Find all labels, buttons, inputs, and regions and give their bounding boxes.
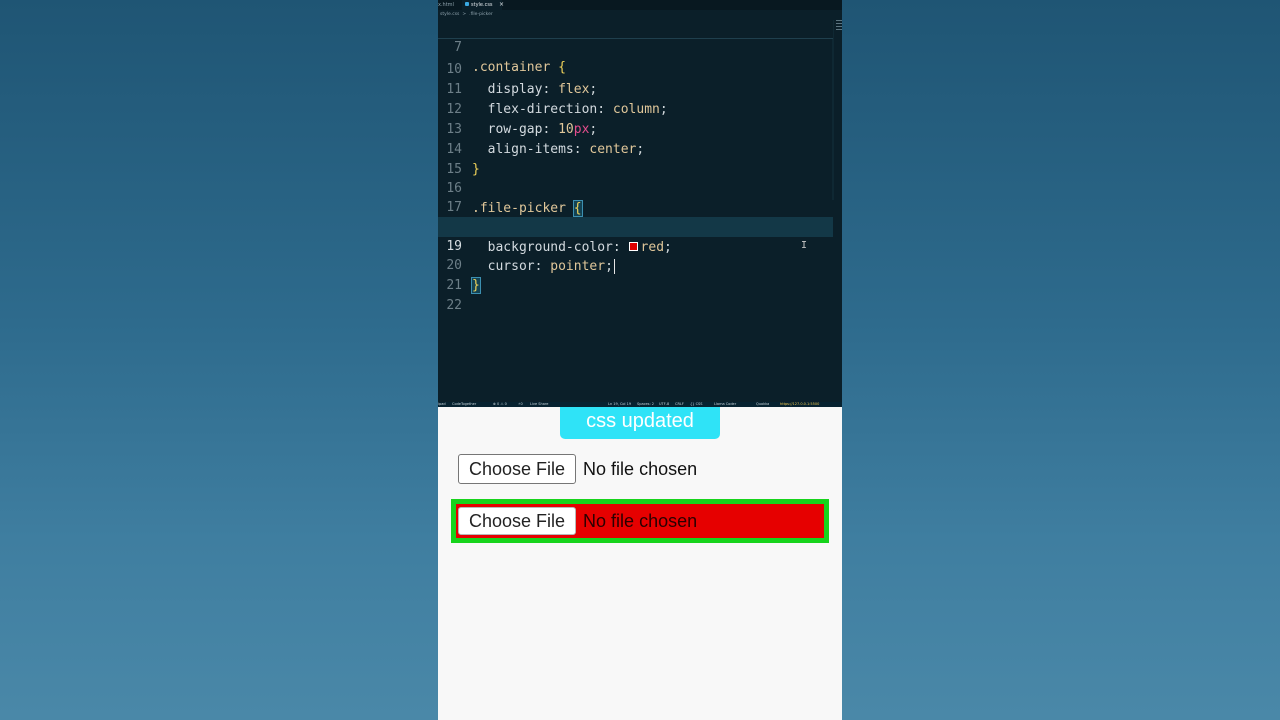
code-line[interactable]: 10 display: flex; — [438, 40, 833, 97]
code-line[interactable]: 14 } — [438, 120, 833, 177]
sticky-scroll-line[interactable]: 7 .container { — [438, 18, 833, 75]
line-number: 7 — [454, 40, 462, 55]
file-picker-default[interactable]: Choose File No file chosen — [458, 454, 697, 484]
line-number: 22 — [446, 298, 462, 313]
file-picker-styled[interactable]: Choose File No file chosen — [451, 499, 829, 543]
breadcrumb-selector[interactable]: .file-picker — [469, 12, 493, 17]
code-line[interactable]: 18 background-color: red; — [438, 198, 833, 255]
tab-html-label: x.html — [438, 2, 454, 8]
code-line[interactable]: 13 align-items: center; — [438, 100, 833, 157]
css-file-icon — [465, 2, 469, 6]
open-brace: { — [558, 60, 566, 75]
tab-style-css[interactable]: style.css × — [462, 0, 504, 10]
code-line[interactable]: 17 border: 5px solid green; — [438, 178, 833, 235]
code-line[interactable]: 22 — [438, 276, 833, 313]
ibeam-cursor-icon: I — [801, 240, 808, 251]
minimap[interactable] — [836, 18, 842, 38]
code-line[interactable]: 20 } — [438, 236, 833, 294]
breadcrumb-file[interactable]: style.css — [440, 12, 459, 17]
choose-file-button[interactable]: Choose File — [458, 507, 577, 535]
browser-preview: css updated Choose File No file chosen C… — [438, 407, 842, 720]
code-line[interactable]: 12 row-gap: 10px; — [438, 80, 833, 137]
css-updated-toast: css updated — [560, 407, 720, 439]
editor-tab-bar: x.html style.css × — [438, 0, 842, 10]
portrait-screen: x.html style.css × style.css > .file-picke… — [438, 0, 842, 720]
css-selector: .container — [472, 60, 551, 75]
tab-style-css-label: style.css — [471, 2, 493, 8]
code-line[interactable]: 16 .file-picker { — [438, 159, 833, 217]
current-code-line[interactable]: 19 cursor: pointer; — [438, 217, 833, 274]
code-editor[interactable]: x.html style.css × style.css > .file-picke… — [438, 0, 842, 402]
file-status-text: No file chosen — [583, 458, 698, 479]
code-line[interactable]: 15 — [438, 140, 833, 177]
file-status-text: No file chosen — [583, 510, 698, 531]
choose-file-button[interactable]: Choose File — [458, 454, 577, 484]
tab-html[interactable]: x.html — [438, 0, 462, 10]
code-line[interactable]: 21 — [438, 256, 833, 293]
breadcrumb-separator: > — [462, 12, 467, 17]
close-tab-icon[interactable]: × — [499, 0, 504, 10]
